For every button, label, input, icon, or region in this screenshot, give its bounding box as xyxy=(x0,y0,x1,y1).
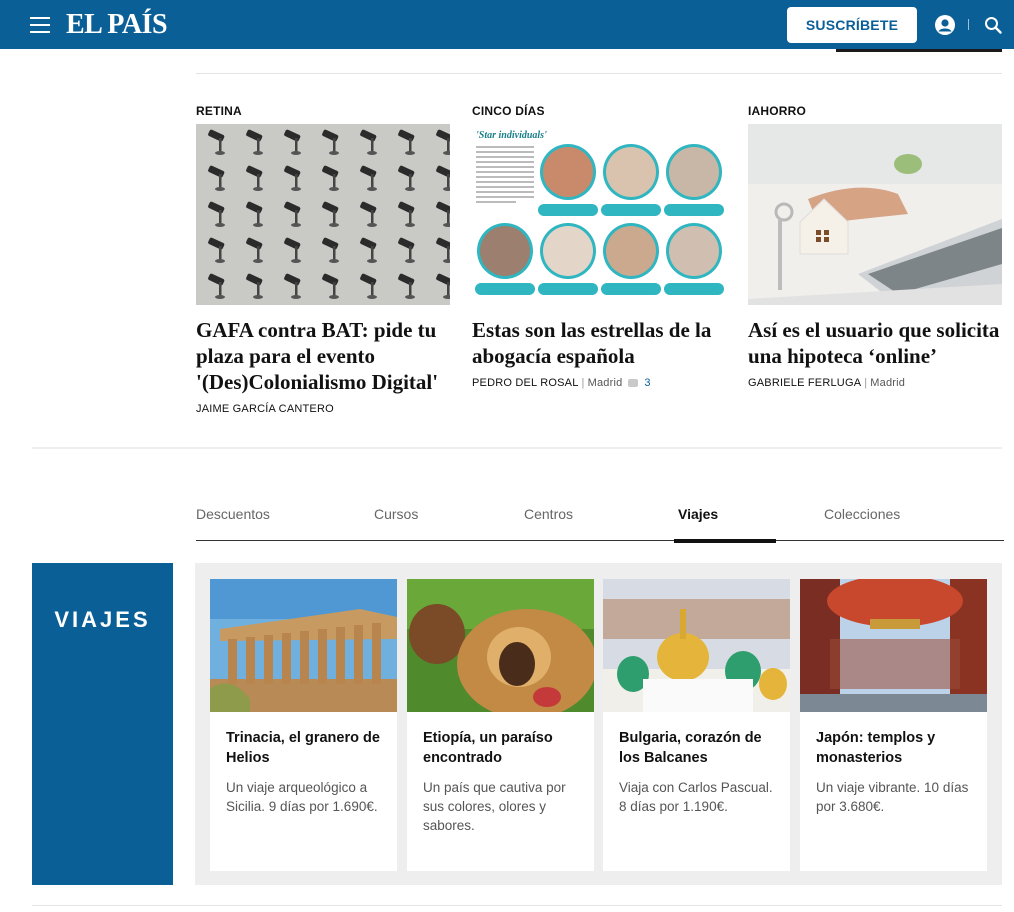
byline: GABRIELE FERLUGA | Madrid xyxy=(748,377,906,389)
byline: PEDRO DEL ROSAL | Madrid 3 xyxy=(472,377,651,389)
article-title[interactable]: Estas son las estrellas de la abogacía e… xyxy=(472,317,726,369)
trip-title: Japón: templos y monasterios xyxy=(816,730,936,766)
trip-image-lantern xyxy=(800,579,987,712)
tab-viajes[interactable]: Viajes xyxy=(678,506,718,522)
trip-image-temple xyxy=(210,579,397,712)
services-tabs: Descuentos Cursos Centros Viajes Colecci… xyxy=(196,496,1004,541)
tab-descuentos[interactable]: Descuentos xyxy=(196,506,270,522)
trip-description: Un viaje vibrante. 10 días por 3.680€. xyxy=(816,780,969,814)
location: Madrid xyxy=(870,377,906,389)
trip-image-cathedral xyxy=(603,579,790,712)
trip-image-baboon xyxy=(407,579,594,712)
subscribe-button[interactable]: SUSCRÍBETE xyxy=(787,7,917,43)
trip-title: Trinacia, el granero de Helios xyxy=(226,730,380,766)
trip-description: Un viaje arqueológico a Sicilia. 9 días … xyxy=(226,780,378,814)
top-header: EL PAÍS SUSCRÍBETE xyxy=(0,0,1014,49)
trip-card-bulgaria[interactable]: Bulgaria, corazón de los Balcanes Viaja … xyxy=(603,579,790,871)
tab-centros[interactable]: Centros xyxy=(524,506,573,522)
user-icon[interactable] xyxy=(935,15,955,35)
comment-icon[interactable] xyxy=(628,379,639,388)
viajes-brand-box[interactable]: VIAJES xyxy=(32,563,173,885)
search-icon[interactable] xyxy=(984,16,1002,34)
section-label[interactable]: RETINA xyxy=(196,104,450,124)
byline: JAIME GARCÍA CANTERO xyxy=(196,403,450,415)
site-logo[interactable]: EL PAÍS xyxy=(66,9,168,41)
article-title[interactable]: GAFA contra BAT: pide tu plaza para el e… xyxy=(196,317,450,395)
viajes-label: VIAJES xyxy=(54,607,151,632)
location: Madrid xyxy=(587,377,623,389)
tab-colecciones[interactable]: Colecciones xyxy=(824,506,900,522)
trip-description: Un país que cautiva por sus colores, olo… xyxy=(423,780,566,833)
active-tab-indicator xyxy=(674,539,776,543)
section-label[interactable]: IAHORRO xyxy=(748,104,1002,124)
divider xyxy=(32,905,1002,906)
article-image-lawyers[interactable]: 'Star individuals' xyxy=(472,124,726,305)
trip-card-japon[interactable]: Japón: templos y monasterios Un viaje vi… xyxy=(800,579,987,871)
article-card-iahorro: IAHORRO Así es el usuario que solicita u… xyxy=(748,104,1002,389)
trip-description: Viaja con Carlos Pascual. 8 días por 1.1… xyxy=(619,780,773,814)
tab-cursos[interactable]: Cursos xyxy=(374,506,418,522)
ad-strip xyxy=(836,49,1002,52)
article-card-cinco-dias: CINCO DÍAS 'Star individuals' Estas son … xyxy=(472,104,726,389)
comment-count[interactable]: 3 xyxy=(644,377,650,389)
article-title[interactable]: Así es el usuario que solicita una hipot… xyxy=(748,317,1002,369)
article-image-laptop-house[interactable] xyxy=(748,124,1002,305)
menu-icon[interactable] xyxy=(30,17,50,33)
trip-title: Bulgaria, corazón de los Balcanes xyxy=(619,730,762,766)
author-name[interactable]: PEDRO DEL ROSAL xyxy=(472,377,579,389)
trip-card-sicilia[interactable]: Trinacia, el granero de Helios Un viaje … xyxy=(210,579,397,871)
divider xyxy=(196,73,1002,74)
lawyers-portraits xyxy=(475,144,724,295)
trip-title: Etiopía, un paraíso encontrado xyxy=(423,730,553,766)
author-name[interactable]: JAIME GARCÍA CANTERO xyxy=(196,403,334,415)
article-image-cameras[interactable] xyxy=(196,124,450,305)
image-heading: 'Star individuals' xyxy=(476,130,547,141)
section-label[interactable]: CINCO DÍAS xyxy=(472,104,726,124)
trip-card-etiopia[interactable]: Etiopía, un paraíso encontrado Un país q… xyxy=(407,579,594,871)
author-name[interactable]: GABRIELE FERLUGA xyxy=(748,377,861,389)
header-divider xyxy=(968,19,969,30)
divider xyxy=(32,447,1002,449)
article-card-retina: RETINA GAFA contra BAT: pide tu plaza pa… xyxy=(196,104,450,415)
